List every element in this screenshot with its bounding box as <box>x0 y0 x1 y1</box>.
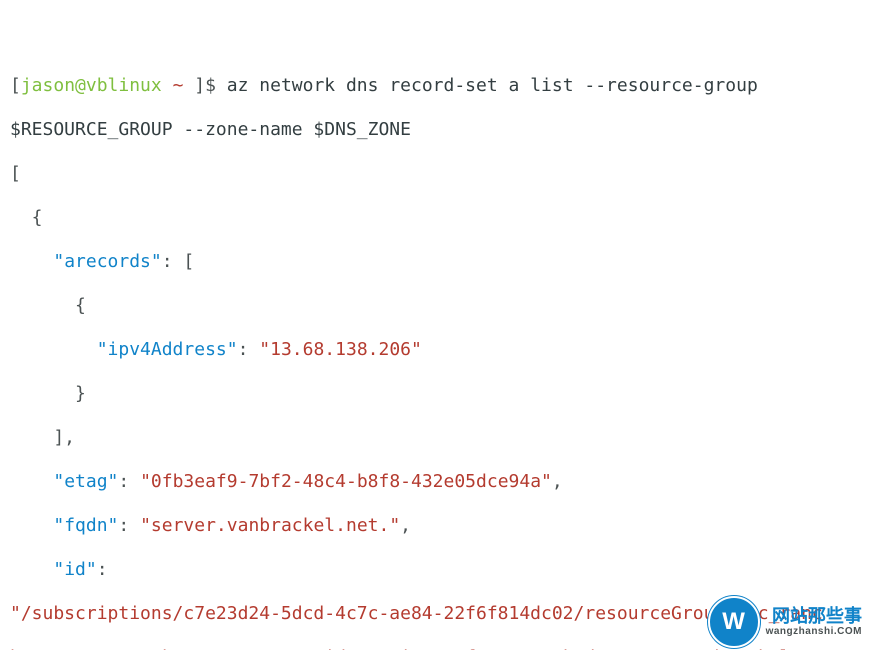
json-key-arecords: "arecords" <box>53 251 161 272</box>
json-value-id-1: "/subscriptions/c7e23d24-5dcd-4c7c-ae84-… <box>10 603 823 624</box>
json-key-fqdn: "fqdn" <box>53 515 118 536</box>
json-object-open: { <box>10 207 43 228</box>
json-value-fqdn: "server.vanbrackel.net." <box>140 515 400 536</box>
json-indent <box>10 471 53 492</box>
json-key-etag: "etag" <box>53 471 118 492</box>
json-inner-open: { <box>10 295 86 316</box>
prompt-tilde: ~ <box>162 75 195 96</box>
json-comma: , <box>552 471 563 492</box>
json-indent <box>10 559 53 580</box>
json-colon: : <box>238 339 260 360</box>
prompt-open: [ <box>10 75 21 96</box>
command-line-2: $RESOURCE_GROUP --zone-name $DNS_ZONE <box>10 119 411 140</box>
json-bracket-open: [ <box>10 163 21 184</box>
json-array-close: ], <box>10 427 75 448</box>
json-comma: , <box>400 515 411 536</box>
json-indent <box>10 251 53 272</box>
command-line-1: az network dns record-set a list --resou… <box>227 75 758 96</box>
prompt-user-host: jason@vblinux <box>21 75 162 96</box>
terminal-output: [jason@vblinux ~ ]$ az network dns recor… <box>0 0 870 650</box>
json-value-etag: "0fb3eaf9-7bf2-48c4-b8f8-432e05dce94a" <box>140 471 552 492</box>
json-colon: : <box>97 559 108 580</box>
json-colon: : <box>118 515 140 536</box>
json-indent <box>10 515 53 536</box>
json-value-ipv4: "13.68.138.206" <box>259 339 422 360</box>
json-colon: : <box>118 471 140 492</box>
json-colon: : [ <box>162 251 195 272</box>
json-inner-close: } <box>10 383 86 404</box>
json-key-ipv4: "ipv4Address" <box>97 339 238 360</box>
json-indent <box>10 339 97 360</box>
json-key-id: "id" <box>53 559 96 580</box>
prompt-close: ]$ <box>194 75 227 96</box>
